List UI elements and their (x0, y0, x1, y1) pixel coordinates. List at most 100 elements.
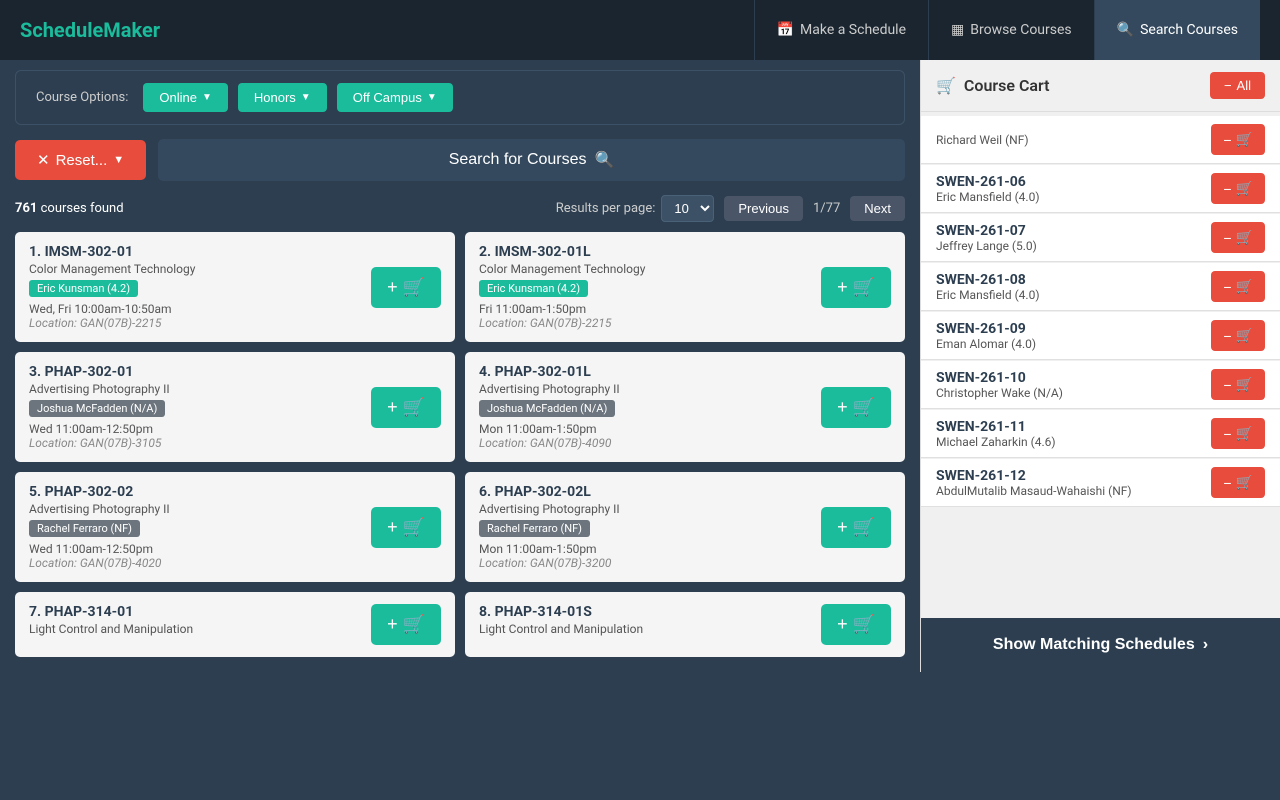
add-to-cart-button[interactable]: + 🛒 (371, 267, 441, 308)
course-options-label: Course Options: (36, 90, 128, 105)
list-item: SWEN-261-07 Jeffrey Lange (5.0) − 🛒 (921, 214, 1280, 262)
search-icon: 🔍 (595, 150, 615, 170)
cart-item-info: SWEN-261-09 Eman Alomar (4.0) (936, 321, 1211, 351)
cart-item-info: SWEN-261-10 Christopher Wake (N/A) (936, 370, 1211, 400)
course-subtitle: Color Management Technology (29, 262, 361, 276)
list-item: SWEN-261-12 AbdulMutalib Masaud-Wahaishi… (921, 459, 1280, 507)
show-schedules-label: Show Matching Schedules (993, 636, 1195, 654)
minus-cart-icon: − (1223, 475, 1231, 491)
cart-remove-button[interactable]: − 🛒 (1211, 124, 1265, 155)
cart-remove-button[interactable]: − 🛒 (1211, 320, 1265, 351)
course-location: Location: GAN(07B)-4090 (479, 436, 811, 450)
cart-item-info: SWEN-261-07 Jeffrey Lange (5.0) (936, 223, 1211, 253)
reset-icon: ✕ (37, 151, 50, 169)
online-label: Online (159, 90, 197, 105)
add-to-cart-button[interactable]: + 🛒 (821, 267, 891, 308)
course-title: 8. PHAP-314-01S (479, 604, 811, 620)
cart-item-instructor: AbdulMutalib Masaud-Wahaishi (NF) (936, 484, 1211, 498)
cart-remove-button[interactable]: − 🛒 (1211, 369, 1265, 400)
add-to-cart-button[interactable]: + 🛒 (371, 387, 441, 428)
cart-item-info: SWEN-261-06 Eric Mansfield (4.0) (936, 174, 1211, 204)
cart-remove-button[interactable]: − 🛒 (1211, 467, 1265, 498)
cart-icon-btn: 🛒 (1236, 376, 1253, 393)
cart-item-instructor: Richard Weil (NF) (936, 133, 1211, 147)
remove-all-button[interactable]: − All (1210, 72, 1265, 99)
cart-item-info: SWEN-261-11 Michael Zaharkin (4.6) (936, 419, 1211, 449)
off-campus-option-btn[interactable]: Off Campus (337, 83, 453, 112)
calendar-icon: 📅 (777, 22, 794, 38)
course-grid: 1. IMSM-302-01 Color Management Technolo… (15, 232, 905, 657)
list-item: SWEN-261-11 Michael Zaharkin (4.6) − 🛒 (921, 410, 1280, 458)
main-wrap: Course Options: Online Honors Off Campus… (0, 60, 1280, 672)
previous-button[interactable]: Previous (724, 196, 803, 221)
brand: ScheduleMaker (20, 18, 160, 42)
cart-item-info: SWEN-261-12 AbdulMutalib Masaud-Wahaishi… (936, 468, 1211, 498)
cart-icon: 🛒 (936, 76, 956, 95)
add-to-cart-button[interactable]: + 🛒 (371, 507, 441, 548)
cart-remove-button[interactable]: − 🛒 (1211, 418, 1265, 449)
nav-browse-courses[interactable]: ▦ Browse Courses (928, 0, 1094, 60)
table-row: 3. PHAP-302-01 Advertising Photography I… (15, 352, 455, 462)
course-title: 6. PHAP-302-02L (479, 484, 811, 500)
per-page-select[interactable]: 10 20 50 (661, 195, 714, 222)
off-campus-label: Off Campus (353, 90, 422, 105)
course-subtitle: Advertising Photography II (29, 502, 361, 516)
next-button[interactable]: Next (850, 196, 905, 221)
course-tag: Rachel Ferraro (NF) (479, 520, 590, 537)
list-item: Richard Weil (NF) − 🛒 (921, 116, 1280, 164)
add-to-cart-button[interactable]: + 🛒 (371, 604, 441, 645)
online-option-btn[interactable]: Online (143, 83, 227, 112)
cart-remove-button[interactable]: − 🛒 (1211, 222, 1265, 253)
cart-item-instructor: Christopher Wake (N/A) (936, 386, 1211, 400)
course-title: 1. IMSM-302-01 (29, 244, 361, 260)
per-page-label: Results per page: (556, 201, 656, 216)
course-time: Mon 11:00am-1:50pm (479, 422, 811, 436)
results-count: 761 courses found (15, 201, 124, 216)
minus-cart-icon: − (1223, 377, 1231, 393)
table-row: 8. PHAP-314-01S Light Control and Manipu… (465, 592, 905, 657)
course-info: 7. PHAP-314-01 Light Control and Manipul… (29, 604, 361, 640)
search-courses-button[interactable]: Search for Courses 🔍 (158, 139, 905, 181)
reset-label: Reset... (56, 152, 108, 169)
nav-search-courses[interactable]: 🔍 Search Courses (1094, 0, 1260, 60)
cart-icon-btn: 🛒 (1236, 425, 1253, 442)
course-time: Wed, Fri 10:00am-10:50am (29, 302, 361, 316)
minus-cart-icon: − (1223, 328, 1231, 344)
course-title: 5. PHAP-302-02 (29, 484, 361, 500)
controls-row: ✕ Reset... ▼ Search for Courses 🔍 (15, 139, 905, 181)
table-row: 1. IMSM-302-01 Color Management Technolo… (15, 232, 455, 342)
add-to-cart-button[interactable]: + 🛒 (821, 604, 891, 645)
cart-item-info: SWEN-261-08 Eric Mansfield (4.0) (936, 272, 1211, 302)
course-info: 1. IMSM-302-01 Color Management Technolo… (29, 244, 361, 330)
add-to-cart-button[interactable]: + 🛒 (821, 507, 891, 548)
honors-option-btn[interactable]: Honors (238, 83, 327, 112)
cart-item-instructor: Eman Alomar (4.0) (936, 337, 1211, 351)
search-nav-icon: 🔍 (1117, 22, 1134, 38)
course-title: 3. PHAP-302-01 (29, 364, 361, 380)
add-to-cart-button[interactable]: + 🛒 (821, 387, 891, 428)
minus-cart-icon: − (1223, 181, 1231, 197)
cart-remove-button[interactable]: − 🛒 (1211, 173, 1265, 204)
cart-icon-btn: 🛒 (1236, 180, 1253, 197)
course-location: Location: GAN(07B)-2215 (29, 316, 361, 330)
course-tag: Joshua McFadden (N/A) (479, 400, 615, 417)
honors-label: Honors (254, 90, 296, 105)
brand-part1: Schedule (20, 18, 103, 42)
nav-make-schedule[interactable]: 📅 Make a Schedule (754, 0, 928, 60)
cart-header: 🛒 Course Cart − All (921, 60, 1280, 112)
cart-item-code: SWEN-261-12 (936, 468, 1211, 484)
cart-item-code: SWEN-261-09 (936, 321, 1211, 337)
course-info: 5. PHAP-302-02 Advertising Photography I… (29, 484, 361, 570)
cart-remove-button[interactable]: − 🛒 (1211, 271, 1265, 302)
show-matching-schedules-button[interactable]: Show Matching Schedules › (921, 618, 1280, 672)
course-title: 2. IMSM-302-01L (479, 244, 811, 260)
page-info: 1/77 (807, 201, 846, 216)
cart-icon-btn: 🛒 (1236, 278, 1253, 295)
course-subtitle: Advertising Photography II (29, 382, 361, 396)
cart-item-code: SWEN-261-06 (936, 174, 1211, 190)
left-panel: Course Options: Online Honors Off Campus… (0, 60, 920, 672)
reset-button[interactable]: ✕ Reset... ▼ (15, 140, 146, 180)
cart-icon-btn: 🛒 (1236, 474, 1253, 491)
cart-item-instructor: Eric Mansfield (4.0) (936, 288, 1211, 302)
course-tag: Eric Kunsman (4.2) (29, 280, 138, 297)
